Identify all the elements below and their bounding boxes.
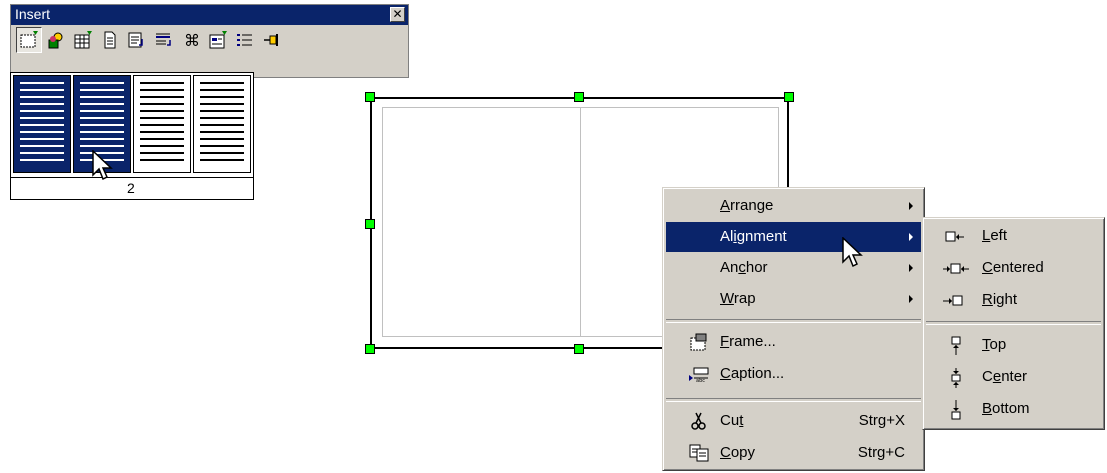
menu-item-cut[interactable]: Cut Strg+X [666,406,921,436]
align-top-icon [951,336,961,355]
submenu-item-top[interactable]: Top [926,330,1101,360]
insert-table-icon[interactable] [70,27,96,53]
align-center-icon [943,263,969,274]
caption-icon: abc [689,367,709,384]
resize-handle-left[interactable] [365,219,375,229]
menu-item-frame[interactable]: Frame... [666,327,921,357]
toolbar-titlebar[interactable]: Insert ✕ [11,5,408,25]
submenu-item-left[interactable]: Left [926,221,1101,251]
context-menu: Arrange Alignment Anchor Wrap Frame... a… [662,187,925,471]
menu-item-alignment[interactable]: Alignment [666,222,921,252]
insert-section-icon[interactable] [151,27,177,53]
insert-index-icon[interactable] [232,27,258,53]
insert-form-icon[interactable] [205,27,231,53]
submenu-item-center[interactable]: Center [926,362,1101,392]
menu-item-copy[interactable]: Copy Strg+C [666,438,921,468]
submenu-item-bottom[interactable]: Bottom [926,394,1101,424]
align-right-icon [943,295,963,306]
insert-field-icon[interactable] [124,27,150,53]
scissors-icon [691,412,706,430]
resize-handle-bottom[interactable] [574,344,584,354]
column-count-label: 2 [11,177,253,198]
mouse-pointer-icon [92,150,113,181]
copy-icon [689,444,709,462]
close-icon[interactable]: ✕ [390,7,405,22]
svg-text:abc: abc [696,378,705,384]
menu-item-wrap[interactable]: Wrap [666,284,921,314]
column-picker[interactable]: 2 [10,72,254,200]
align-left-icon [945,231,964,242]
column-option-4[interactable] [193,75,251,173]
resize-handle-bottom-left[interactable] [365,344,375,354]
insert-picture-icon[interactable] [43,27,69,53]
svg-text:⌘: ⌘ [184,31,200,50]
insert-frame-icon[interactable] [16,27,42,53]
menu-separator [926,321,1101,325]
submenu-arrow-icon [909,264,913,272]
column-option-3[interactable] [133,75,191,173]
insert-pin-icon[interactable] [259,27,285,53]
insert-document-icon[interactable] [97,27,123,53]
submenu-arrow-icon [909,295,913,303]
align-vcenter-icon [951,368,961,388]
insert-special-character-icon[interactable]: ⌘ [178,27,204,53]
resize-handle-top-right[interactable] [784,92,794,102]
menu-item-anchor[interactable]: Anchor [666,253,921,283]
frame-column-divider [580,107,581,337]
resize-handle-top[interactable] [574,92,584,102]
menu-item-arrange[interactable]: Arrange [666,191,921,221]
menu-separator [666,398,921,402]
submenu-arrow-icon [909,233,913,241]
menu-separator [666,319,921,323]
submenu-item-centered[interactable]: Centered [926,253,1101,283]
toolbar-title: Insert [15,6,51,22]
submenu-arrow-icon [909,202,913,210]
submenu-item-right[interactable]: Right [926,285,1101,315]
insert-toolbar: Insert ✕ ⌘ [10,4,409,78]
mouse-pointer-icon [842,237,863,268]
frame-icon [690,333,707,351]
column-option-1[interactable] [13,75,71,173]
alignment-submenu: Left Centered Right Top Center Bottom [922,217,1105,430]
menu-item-caption[interactable]: abc Caption... [666,359,921,389]
align-bottom-icon [951,400,961,420]
resize-handle-top-left[interactable] [365,92,375,102]
